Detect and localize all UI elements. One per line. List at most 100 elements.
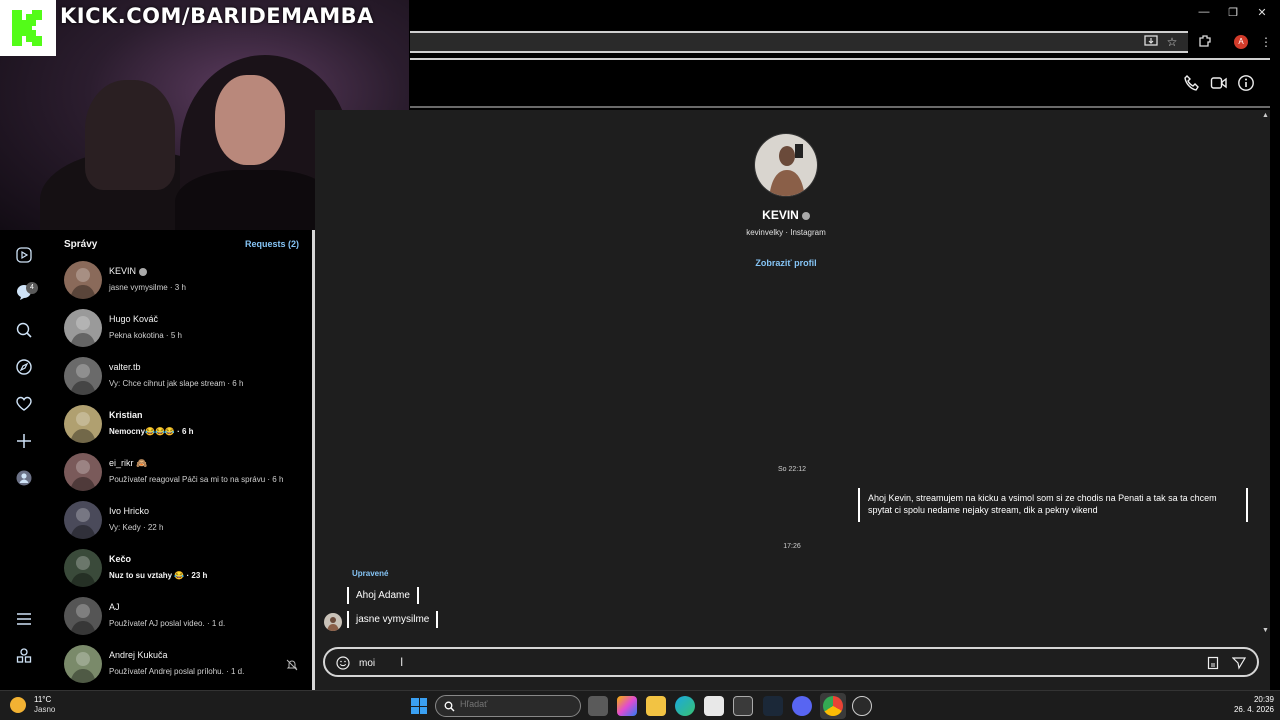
conversation-name: Hugo Kováč (109, 314, 158, 324)
incoming-message[interactable]: jasne vymysilme (347, 611, 439, 628)
copilot-icon[interactable] (617, 696, 637, 716)
conversation-preview: Používateľ AJ poslal video. · 1 d. (109, 619, 226, 628)
conversation-row[interactable]: Ivo Hricko Vy: Kedy · 22 h (48, 497, 312, 545)
edited-label: Upravené (352, 569, 389, 578)
kick-logo (0, 0, 56, 56)
conversation-preview: Používateľ reagoval Páči sa mi to na spr… (109, 475, 284, 484)
incoming-message[interactable]: Ahoj Adame (347, 587, 419, 604)
close-button[interactable]: ✕ (1252, 6, 1272, 19)
search-icon[interactable] (15, 321, 33, 339)
conversation-row[interactable]: KEVIN jasne vymysilme · 3 h (48, 257, 312, 305)
info-icon[interactable] (1237, 74, 1255, 92)
profile-name: KEVIN (700, 208, 872, 222)
conversation-avatar (64, 453, 102, 491)
streamer-left-head (85, 80, 175, 190)
chat-thread (315, 110, 1270, 690)
conversation-name-text: Andrej Kukuča (109, 650, 168, 660)
conversation-row[interactable]: ei_rikr 🙈 Používateľ reagoval Páči sa mi … (48, 449, 312, 497)
scroll-up-arrow[interactable]: ▲ (1262, 112, 1269, 119)
conversation-name: Kristian (109, 410, 143, 420)
heart-icon[interactable] (15, 395, 33, 413)
sender-avatar[interactable] (324, 613, 342, 631)
edge-icon[interactable] (675, 696, 695, 716)
video-icon[interactable] (1210, 74, 1228, 92)
attachment-icon[interactable] (1206, 656, 1220, 670)
text-cursor-icon: I (400, 655, 404, 669)
conversation-row[interactable]: Hugo Kováč Pekna kokotina · 5 h (48, 305, 312, 353)
extensions-icon[interactable] (1197, 34, 1213, 50)
conversation-row[interactable]: valter.tb Vy: Chce cihnut jak slape strea… (48, 353, 312, 401)
verified-badge-icon (139, 267, 148, 276)
conversation-name-text: ei_rikr 🙈 (109, 458, 148, 468)
conversation-row[interactable]: Kristian Nemocny😂😂😂 · 6 h (48, 401, 312, 449)
address-bar[interactable] (410, 31, 1188, 53)
threads-icon[interactable] (15, 647, 33, 665)
menu-icon[interactable] (15, 610, 33, 628)
search-icon (444, 701, 455, 712)
conversation-preview: jasne vymysilme · 3 h (109, 283, 186, 292)
browser-profile-avatar[interactable]: A (1234, 35, 1248, 49)
install-app-icon[interactable] (1143, 34, 1159, 50)
conversation-avatar (64, 357, 102, 395)
conversation-preview: Pekna kokotina · 5 h (109, 331, 182, 340)
chrome-icon[interactable] (823, 696, 843, 716)
message-input[interactable] (359, 656, 1179, 670)
clock-date: 26. 4. 2026 (1233, 705, 1274, 714)
view-profile-button[interactable]: Zobraziť profil (730, 258, 842, 268)
conversation-preview: Používateľ Andrej poslal prílohu. · 1 d. (109, 667, 245, 676)
weather-sun-icon[interactable] (10, 697, 26, 713)
emoji-icon[interactable] (336, 656, 350, 670)
conversation-row[interactable]: Andrej Kukuča Používateľ Andrej poslal pr… (48, 641, 312, 689)
conversation-avatar (64, 309, 102, 347)
file-explorer-icon[interactable] (646, 696, 666, 716)
weather-description: Jasno (34, 705, 56, 714)
notification-badge: 4 (26, 282, 38, 294)
steam-icon[interactable] (763, 696, 783, 716)
conversation-preview: Vy: Chce cihnut jak slape stream · 6 h (109, 379, 244, 388)
scroll-down-arrow[interactable]: ▼ (1262, 627, 1269, 634)
conversation-row[interactable]: Kečo Nuz to su vztahy 😂 · 23 h (48, 545, 312, 593)
obs-icon[interactable] (733, 696, 753, 716)
plus-icon[interactable] (15, 432, 33, 450)
conversation-preview: Nuz to su vztahy 😂 · 23 h (109, 571, 208, 580)
task-view-icon[interactable] (588, 696, 608, 716)
taskbar: 11°C Jasno 20:39 26. 4. 2026 (0, 690, 1280, 720)
taskbar-search-input[interactable] (460, 699, 570, 709)
conversation-preview: Nemocny😂😂😂 · 6 h (109, 427, 194, 436)
bookmark-star-icon[interactable]: ☆ (1164, 34, 1180, 50)
store-icon[interactable] (704, 696, 724, 716)
conversation-preview: Vy: Kedy · 22 h (109, 523, 164, 532)
conversation-avatar (64, 645, 102, 683)
conversation-row[interactable]: AJ Používateľ AJ poslal video. · 1 d. (48, 593, 312, 641)
reels-icon[interactable] (15, 246, 33, 264)
outgoing-message[interactable]: Ahoj Kevin, streamujem na kicku a vsimol… (858, 488, 1248, 522)
conversation-avatar (64, 549, 102, 587)
taskbar-search[interactable] (435, 695, 581, 717)
restore-button[interactable]: ❐ (1223, 6, 1243, 19)
message-timestamp: So 22:12 (777, 466, 807, 473)
page-scroll-track (1270, 58, 1280, 690)
system-clock[interactable]: 20:39 26. 4. 2026 (1226, 695, 1274, 715)
requests-link[interactable]: Requests (2) (245, 239, 299, 249)
conversation-name: AJ (109, 602, 120, 612)
conversation-avatar (64, 261, 102, 299)
minimize-button[interactable]: — (1194, 6, 1214, 18)
phone-icon[interactable] (1183, 74, 1201, 92)
conversation-avatar (64, 405, 102, 443)
explore-icon[interactable] (15, 358, 33, 376)
muted-bell-icon (286, 659, 298, 671)
profile-avatar[interactable] (754, 133, 818, 197)
conversation-name-text: Ivo Hricko (109, 506, 150, 516)
conversation-name: Ivo Hricko (109, 506, 149, 516)
profile-icon[interactable] (15, 469, 33, 487)
conversation-name: Kečo (109, 554, 131, 564)
conversation-avatar (64, 597, 102, 635)
windows-start-icon[interactable] (411, 698, 427, 714)
chat-scrollbar[interactable] (1262, 110, 1270, 636)
discord-icon[interactable] (792, 696, 812, 716)
send-icon[interactable] (1232, 656, 1246, 670)
settings-gear-icon[interactable] (852, 696, 872, 716)
conversation-name-text: AJ (109, 602, 120, 612)
clock-time: 20:39 (1253, 695, 1274, 704)
browser-menu-icon[interactable]: ⋮ (1258, 34, 1274, 50)
